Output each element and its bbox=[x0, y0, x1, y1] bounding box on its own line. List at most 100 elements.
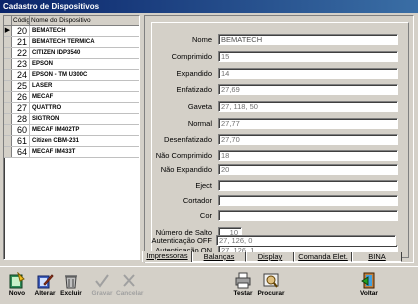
cancel-x-icon bbox=[123, 274, 135, 287]
grid-row[interactable]: 27 QUATTRO bbox=[4, 103, 139, 114]
excluir-label: Excluir bbox=[60, 290, 82, 297]
current-row-indicator-icon: ▶ bbox=[4, 26, 12, 36]
autenticacao-off-label: Autenticação OFF bbox=[151, 236, 212, 245]
cancelar-label: Cancelar bbox=[116, 290, 144, 297]
tab-balancas[interactable]: Balanças bbox=[192, 252, 246, 262]
gravar-button[interactable]: Gravar bbox=[89, 272, 115, 297]
grid-cell-name: LASER bbox=[32, 83, 53, 89]
grid-header-name[interactable]: Nome do Dispositivo bbox=[30, 16, 139, 25]
procurar-button[interactable]: Procurar bbox=[256, 272, 286, 297]
grid-row[interactable]: 25 LASER bbox=[4, 81, 139, 92]
nao-expandido-input[interactable]: 20 bbox=[218, 164, 398, 175]
grid-cell-name: MECAF IM433T bbox=[32, 149, 76, 155]
tab-bina[interactable]: BINA bbox=[352, 252, 402, 262]
grid-row[interactable]: 21 BEMATECH TERMICA bbox=[4, 37, 139, 48]
device-form-inner: Nome BEMATECH Comprimido 15 Expandido 14… bbox=[151, 22, 409, 258]
novo-label: Novo bbox=[8, 290, 26, 297]
row-indicator bbox=[4, 114, 12, 124]
grid-row[interactable]: 64 MECAF IM433T bbox=[4, 147, 139, 158]
grid-row[interactable]: ▶ 20 BEMATECH bbox=[4, 26, 139, 37]
row-indicator bbox=[4, 92, 12, 102]
grid-cell-code: 21 bbox=[12, 37, 30, 47]
voltar-button[interactable]: Voltar bbox=[356, 272, 382, 297]
cortador-input[interactable] bbox=[218, 195, 398, 206]
row-indicator bbox=[4, 81, 12, 91]
expandido-input[interactable]: 14 bbox=[218, 68, 398, 79]
eject-label: Eject bbox=[195, 181, 212, 190]
testar-button[interactable]: Testar bbox=[230, 272, 256, 297]
grid-header-code[interactable]: Código bbox=[12, 16, 30, 25]
grid-cell-code: 22 bbox=[12, 48, 30, 58]
procurar-label: Procurar bbox=[257, 290, 285, 297]
row-indicator bbox=[4, 48, 12, 58]
grid-cell-name: EPSON bbox=[32, 61, 54, 67]
cor-input[interactable] bbox=[218, 210, 398, 221]
row-indicator bbox=[4, 136, 12, 146]
grid-cell-code: 60 bbox=[12, 125, 30, 135]
grid-row[interactable]: 23 EPSON bbox=[4, 59, 139, 70]
row-indicator bbox=[4, 59, 12, 69]
grid-cell-name: MECAF bbox=[32, 94, 54, 100]
nao-expandido-label: Não Expandido bbox=[160, 165, 212, 174]
search-icon bbox=[263, 273, 279, 288]
grid-row[interactable]: 24 EPSON - TM U300C bbox=[4, 70, 139, 81]
grid-cell-name: EPSON - TM U300C bbox=[32, 72, 88, 78]
alterar-label: Alterar bbox=[34, 290, 56, 297]
grid-cell-code: 61 bbox=[12, 136, 30, 146]
alterar-button[interactable]: Alterar bbox=[32, 272, 58, 297]
row-indicator bbox=[4, 37, 12, 47]
grid-header-indicator bbox=[4, 16, 12, 25]
grid-row[interactable]: 28 SIGTRON bbox=[4, 114, 139, 125]
grid-row[interactable]: 60 MECAF IM402TP bbox=[4, 125, 139, 136]
cancelar-button[interactable]: Cancelar bbox=[116, 272, 144, 297]
grid-cell-name: MECAF IM402TP bbox=[32, 127, 80, 133]
enfatizado-label: Enfatizado bbox=[176, 85, 212, 94]
window-title: Cadastro de Dispositivos bbox=[0, 0, 418, 13]
gaveta-label: Gaveta bbox=[187, 102, 212, 111]
grid-cell-code: 23 bbox=[12, 59, 30, 69]
tab-comanda-elet[interactable]: Comanda Elet. bbox=[294, 252, 352, 262]
enfatizado-input[interactable]: 27,69 bbox=[218, 84, 398, 95]
normal-input[interactable]: 27,77 bbox=[218, 118, 398, 129]
grid-cell-name: BEMATECH bbox=[30, 26, 139, 36]
tab-impressoras[interactable]: Impressoras bbox=[142, 251, 192, 262]
cortador-label: Cortador bbox=[182, 196, 212, 205]
nome-label: Nome bbox=[191, 35, 212, 44]
grid-row[interactable]: 26 MECAF bbox=[4, 92, 139, 103]
comprimido-input[interactable]: 15 bbox=[218, 51, 398, 62]
new-document-icon bbox=[9, 272, 25, 289]
nome-input[interactable]: BEMATECH bbox=[218, 34, 398, 45]
grid-cell-name: Citizen CBM-231 bbox=[32, 138, 80, 144]
gravar-label: Gravar bbox=[91, 290, 113, 297]
cor-label: Cor bbox=[199, 211, 212, 220]
tab-display[interactable]: Display bbox=[246, 252, 294, 262]
grid-cell-code: 64 bbox=[12, 147, 30, 157]
checkmark-icon bbox=[95, 274, 109, 288]
nao-comprimido-input[interactable]: 18 bbox=[218, 150, 398, 161]
excluir-button[interactable]: Excluir bbox=[58, 272, 84, 297]
row-indicator bbox=[4, 125, 12, 135]
eject-input[interactable] bbox=[218, 180, 398, 191]
grid-cell-name: SIGTRON bbox=[32, 116, 60, 122]
row-indicator bbox=[4, 103, 12, 113]
gaveta-input[interactable]: 27, 118, 50 bbox=[218, 101, 398, 112]
desenfatizado-label: Desenfatizado bbox=[164, 135, 212, 144]
expandido-label: Expandido bbox=[176, 69, 212, 78]
toolbar: Novo Alterar Excluir Gravar Cancelar Tes… bbox=[0, 266, 418, 304]
desenfatizado-input[interactable]: 27,70 bbox=[218, 134, 398, 145]
grid-cell-code: 20 bbox=[12, 26, 30, 36]
printer-icon bbox=[235, 272, 251, 289]
grid-row[interactable]: 61 Citizen CBM-231 bbox=[4, 136, 139, 147]
grid-row[interactable]: 22 CITIZEN IDP3540 bbox=[4, 48, 139, 59]
tab-strip: Impressoras Balanças Display Comanda Ele… bbox=[142, 251, 416, 262]
devices-grid[interactable]: Código Nome do Dispositivo ▶20BEMATECH21… bbox=[3, 15, 140, 260]
novo-button[interactable]: Novo bbox=[4, 272, 30, 297]
normal-label: Normal bbox=[187, 119, 212, 128]
row-indicator bbox=[4, 70, 12, 80]
grid-cell-code: 26 bbox=[12, 92, 30, 102]
voltar-label: Voltar bbox=[360, 290, 378, 297]
grid-cell-code: 24 bbox=[12, 70, 30, 80]
exit-door-icon bbox=[361, 272, 375, 289]
autenticacao-off-input[interactable]: 27, 126, 0 bbox=[216, 235, 396, 246]
grid-cell-code: 28 bbox=[12, 114, 30, 124]
